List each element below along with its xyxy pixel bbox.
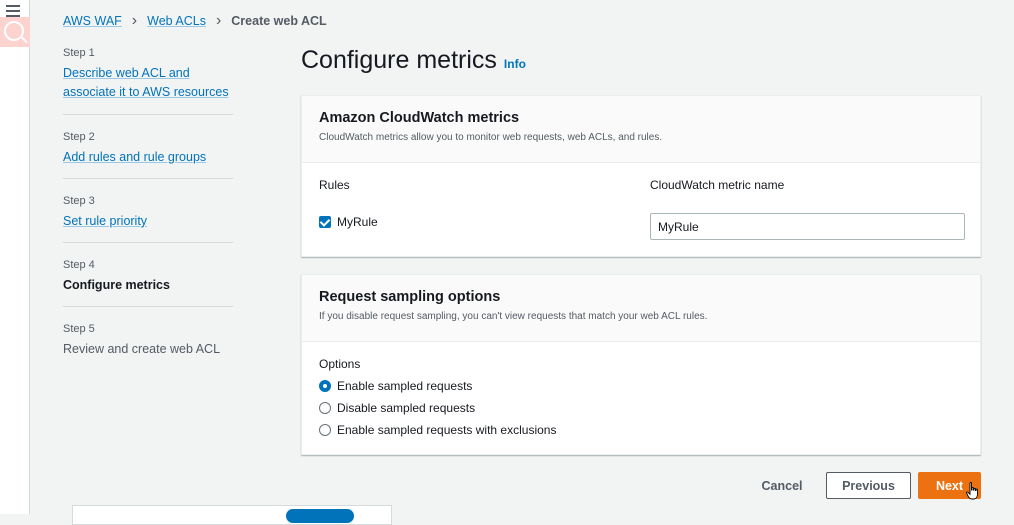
radio-disable-sampled[interactable] — [319, 402, 331, 414]
step-label: Step 5 — [63, 323, 95, 335]
breadcrumb-current: Create web ACL — [231, 14, 327, 28]
search-icon[interactable] — [0, 17, 30, 47]
request-sampling-panel: Request sampling options If you disable … — [301, 274, 981, 455]
cancel-button[interactable]: Cancel — [752, 472, 812, 499]
step-1: Step 1 Describe web ACL and associate it… — [63, 46, 233, 114]
step-title-line: associate it to AWS resources — [63, 85, 229, 99]
rules-column-header: Rules — [319, 178, 350, 192]
step-2: Step 2 Add rules and rule groups — [63, 115, 233, 178]
breadcrumb: AWS WAF › Web ACLs › Create web ACL — [63, 13, 327, 29]
hamburger-menu-icon[interactable] — [6, 5, 20, 17]
chevron-right-icon: › — [131, 12, 138, 29]
panel-description: CloudWatch metrics allow you to monitor … — [319, 132, 663, 143]
step-label: Step 2 — [63, 131, 95, 143]
step-title-line: Describe web ACL and — [63, 66, 190, 80]
step-link-add-rules[interactable]: Add rules and rule groups — [63, 148, 233, 167]
step-current-configure-metrics: Configure metrics — [63, 278, 170, 292]
rule-checkbox[interactable] — [319, 216, 331, 228]
step-label: Step 4 — [63, 259, 95, 271]
left-rail — [0, 0, 30, 514]
step-3: Step 3 Set rule priority — [63, 179, 233, 242]
metric-name-column-header: CloudWatch metric name — [650, 178, 785, 192]
chevron-right-icon: › — [215, 12, 222, 29]
panel-header: Request sampling options If you disable … — [302, 275, 980, 342]
bottom-panel — [72, 505, 392, 525]
hand-pointer-icon — [966, 482, 978, 500]
wizard-steps: Step 1 Describe web ACL and associate it… — [63, 46, 233, 370]
panel-description: If you disable request sampling, you can… — [319, 311, 708, 322]
metric-name-input[interactable] — [650, 213, 965, 240]
radio-enable-with-exclusions[interactable] — [319, 424, 331, 436]
info-link[interactable]: Info — [504, 57, 526, 71]
step-label: Step 1 — [63, 47, 95, 59]
options-label: Options — [319, 357, 361, 371]
panel-title: Amazon CloudWatch metrics — [319, 110, 520, 126]
step-4: Step 4 Configure metrics — [63, 243, 233, 306]
previous-button[interactable]: Previous — [826, 472, 911, 499]
page-title: Configure metrics Info — [301, 46, 526, 75]
step-5: Step 5 Review and create web ACL — [63, 307, 233, 370]
cloudwatch-metrics-panel: Amazon CloudWatch metrics CloudWatch met… — [301, 95, 981, 257]
page-heading: Configure metrics — [301, 46, 497, 74]
bottom-pill-button[interactable] — [286, 509, 354, 523]
step-label: Step 3 — [63, 195, 95, 207]
panel-header: Amazon CloudWatch metrics CloudWatch met… — [302, 96, 980, 163]
radio-enable-sampled[interactable] — [319, 380, 331, 392]
step-link-describe-web-acl[interactable]: Describe web ACL and associate it to AWS… — [63, 64, 233, 102]
step-link-set-rule-priority[interactable]: Set rule priority — [63, 212, 233, 231]
radio-label: Enable sampled requests with exclusions — [337, 423, 557, 437]
rule-name-label: MyRule — [337, 215, 378, 229]
radio-label: Disable sampled requests — [337, 401, 476, 415]
panel-title: Request sampling options — [319, 289, 501, 305]
step-review-create: Review and create web ACL — [63, 342, 221, 356]
breadcrumb-web-acls[interactable]: Web ACLs — [147, 14, 206, 28]
radio-label: Enable sampled requests — [337, 379, 473, 393]
breadcrumb-aws-waf[interactable]: AWS WAF — [63, 14, 122, 28]
